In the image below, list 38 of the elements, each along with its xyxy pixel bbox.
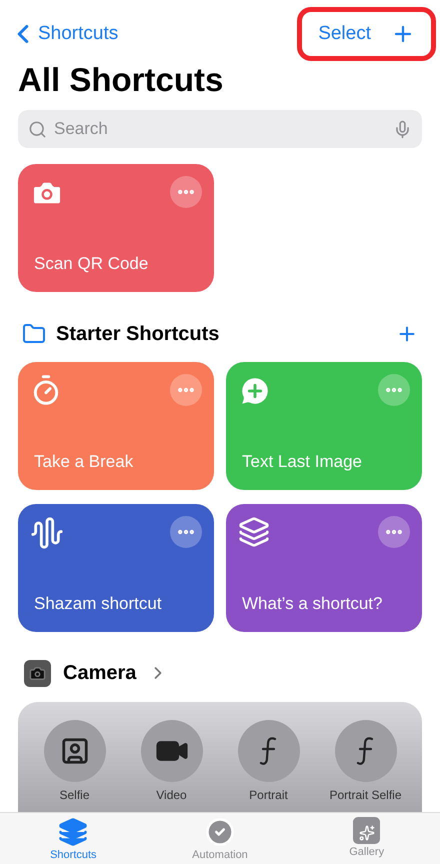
shortcut-card[interactable]: Shazam shortcut xyxy=(18,504,214,632)
layers-icon xyxy=(58,817,88,847)
action-label: Portrait Selfie xyxy=(329,787,402,804)
tab[interactable]: Automation xyxy=(146,817,294,864)
tab[interactable]: Shortcuts xyxy=(0,817,147,864)
search-icon xyxy=(28,120,47,139)
shortcut-card[interactable]: Text Last Image xyxy=(226,362,422,490)
tab[interactable]: Gallery xyxy=(293,817,440,864)
shortcut-name: Take a Break xyxy=(33,450,134,472)
waveform-icon xyxy=(30,516,64,550)
more-icon[interactable] xyxy=(170,176,202,208)
search-field[interactable]: Search xyxy=(18,110,422,148)
shortcut-card[interactable]: Take a Break xyxy=(18,362,214,490)
gallery-icon xyxy=(353,817,380,844)
layers-icon xyxy=(238,516,270,548)
action-label: Selfie xyxy=(59,787,90,804)
action-label: Video xyxy=(156,787,187,804)
shortcut-name: Scan QR Code xyxy=(33,252,150,274)
section-title: Starter Shortcuts xyxy=(56,322,220,347)
shortcut-name: Text Last Image xyxy=(241,450,364,472)
shortcut-card[interactable]: What’s a shortcut? xyxy=(226,504,422,632)
more-icon[interactable] xyxy=(378,374,410,406)
more-icon[interactable] xyxy=(378,516,410,548)
microphone-icon[interactable] xyxy=(393,120,412,139)
camera-app-icon xyxy=(24,660,51,686)
more-icon[interactable] xyxy=(170,374,202,406)
select-button[interactable]: Select xyxy=(318,20,371,48)
check-circle-icon xyxy=(204,817,235,847)
portrait-icon xyxy=(60,736,90,766)
shortcut-name: Shazam shortcut xyxy=(33,592,163,614)
shortcut-name: What’s a shortcut? xyxy=(241,592,384,614)
page-title: All Shortcuts xyxy=(17,60,224,100)
section-title: Camera xyxy=(63,661,136,686)
back-button[interactable]: Shortcuts xyxy=(8,19,118,49)
action-label: Portrait xyxy=(249,787,288,804)
shortcut-card[interactable]: Scan QR Code xyxy=(18,164,214,292)
folder-icon xyxy=(22,322,46,346)
more-icon[interactable] xyxy=(170,516,202,548)
